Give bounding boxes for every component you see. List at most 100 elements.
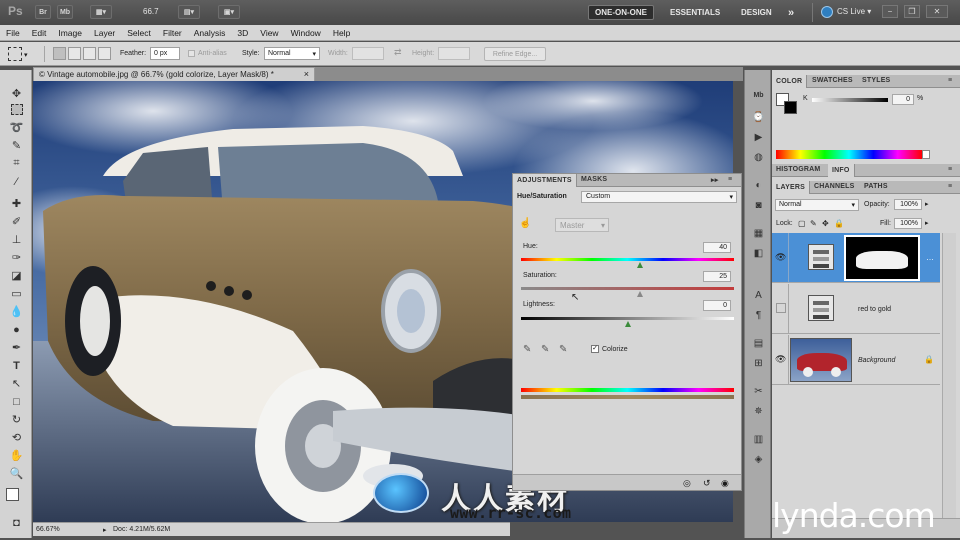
eraser-tool-icon[interactable]: ◪ [9,268,24,283]
feather-input[interactable]: 0 px [150,47,180,60]
foreground-color-swatch[interactable] [6,488,19,501]
saturation-input[interactable]: 25 [703,271,731,282]
tab-swatches[interactable]: SWATCHES [812,77,853,84]
hue-slider-thumb[interactable] [637,262,644,268]
menu-analysis[interactable]: Analysis [188,28,232,38]
panel-menu-icon[interactable]: ≡ [948,183,952,190]
subtract-from-selection-icon[interactable] [83,47,96,60]
saturation-slider-thumb[interactable] [637,291,644,297]
swap-dimensions-icon[interactable]: ⇄ [394,47,402,58]
add-to-selection-icon[interactable] [68,47,81,60]
status-zoom[interactable]: 66.67% [36,526,60,533]
tab-channels[interactable]: CHANNELS [814,183,855,190]
gradient-tool-icon[interactable]: ▭ [9,286,24,301]
document-tab[interactable]: © Vintage automobile.jpg @ 66.7% (gold c… [33,67,315,81]
intersect-selection-icon[interactable] [98,47,111,60]
path-selection-tool-icon[interactable]: ↖ [9,376,24,391]
tab-masks[interactable]: MASKS [581,176,607,183]
menu-select[interactable]: Select [121,28,157,38]
tab-histogram[interactable]: HISTOGRAM [776,166,820,173]
styles-icon[interactable]: ◧ [751,246,766,261]
layer-mask-thumbnail[interactable] [844,235,920,281]
more-workspaces-button[interactable]: » [782,5,800,20]
eyedropper-icon[interactable]: ✎ [523,344,531,355]
tab-color[interactable]: COLOR [772,75,808,88]
channel-select[interactable]: Master ▾ [555,218,609,232]
quick-mask-mode-icon[interactable]: ◘ [9,515,24,530]
height-input[interactable] [438,47,470,60]
history-brush-icon[interactable]: ✑ [9,250,24,265]
eye-icon[interactable]: 👁 [775,252,787,264]
view-previous-state-icon[interactable]: ◎ [683,478,691,489]
opacity-arrow-icon[interactable]: ▸ [925,200,929,208]
fill-arrow-icon[interactable]: ▸ [925,219,929,227]
character-icon[interactable]: A [751,288,766,303]
close-window-button[interactable]: ✕ [926,5,948,18]
layer-row-background[interactable]: 👁 Background 🔒 [772,335,940,385]
new-selection-icon[interactable] [53,47,66,60]
move-tool-icon[interactable]: ✥ [9,86,24,101]
colorize-checkbox[interactable]: ✓ [591,345,599,353]
crop-tool-icon[interactable]: ⌗ [9,156,24,171]
chevron-down-icon[interactable]: ▾ [24,51,28,59]
k-slider-track[interactable] [812,98,888,102]
actions-icon[interactable]: ▶ [751,130,766,145]
lock-transparent-icon[interactable]: ▢ [798,219,806,228]
bridge-button[interactable]: Br [35,5,51,19]
blend-mode-select[interactable]: Normal ▾ [775,199,859,211]
hue-input[interactable]: 40 [703,242,731,253]
screen-mode-button[interactable]: ▣▾ [218,5,240,19]
dodge-tool-icon[interactable]: ● [9,322,24,337]
tab-adjustments[interactable]: ADJUSTMENTS [513,174,577,187]
mini-bridge-button[interactable]: Mb [57,5,73,19]
style-select[interactable]: Normal ▾ [264,47,320,60]
clone-source-icon[interactable]: ⊞ [751,356,766,371]
workspace-one-on-one[interactable]: ONE-ON-ONE [588,5,654,20]
eyedropper-tool-icon[interactable]: ⁄ [9,174,24,189]
brush-presets-icon[interactable]: ◍ [751,150,766,165]
tool-presets-icon[interactable]: ✂ [751,384,766,399]
preset-select[interactable]: Custom ▾ [581,191,737,203]
quick-selection-tool-icon[interactable]: ✎ [9,138,24,153]
lightness-slider-thumb[interactable] [624,321,631,327]
menu-edit[interactable]: Edit [26,28,53,38]
3d-rotate-tool-icon[interactable]: ↻ [9,412,24,427]
tab-paths[interactable]: PATHS [864,183,888,190]
minimize-button[interactable]: − [882,5,898,18]
type-tool-icon[interactable]: T [9,358,24,373]
clone-stamp-tool-icon[interactable]: ⊥ [9,232,24,247]
layers-scrollbar[interactable] [942,233,956,533]
restore-button[interactable]: ❐ [904,5,920,18]
3d-orbit-tool-icon[interactable]: ⟲ [9,430,24,445]
layer-row-gold-colorize[interactable]: 👁 … [772,233,940,283]
lock-image-icon[interactable]: ✎ [810,219,817,228]
refine-edge-button[interactable]: Refine Edge... [484,47,546,61]
color-ramp[interactable] [776,150,922,159]
history-icon[interactable]: ⌚ [751,110,766,125]
layer-row-red-to-gold[interactable]: red to gold [772,284,940,334]
menu-3d[interactable]: 3D [231,28,254,38]
menu-layer[interactable]: Layer [88,28,121,38]
fill-input[interactable]: 100% [894,218,922,229]
masks-icon[interactable]: ◙ [751,198,766,213]
layer-name[interactable]: red to gold [858,306,891,313]
lock-position-icon[interactable]: ✥ [822,219,829,228]
width-input[interactable] [352,47,384,60]
panel-menu-icon[interactable]: ≡ [948,77,952,84]
workspace-essentials[interactable]: ESSENTIALS [664,5,726,20]
zoom-level-display[interactable]: 66.7 [143,7,159,16]
k-value-input[interactable]: 0 [892,94,914,105]
spot-healing-brush-icon[interactable]: ✚ [9,196,24,211]
hand-tool-icon[interactable]: ✋ [9,448,24,463]
panel-menu-icon[interactable]: ≡ [728,176,732,183]
swatches-icon[interactable]: ▦ [751,226,766,241]
hue-slider-track[interactable] [521,258,734,261]
menu-filter[interactable]: Filter [157,28,188,38]
menu-image[interactable]: Image [52,28,88,38]
arrange-documents-button[interactable]: ▤▾ [178,5,200,19]
menu-view[interactable]: View [254,28,284,38]
rectangular-marquee-tool-icon[interactable] [11,104,23,115]
paragraph-icon[interactable]: ¶ [751,308,766,323]
brush-tool-icon[interactable]: ✐ [9,214,24,229]
navigator-icon[interactable]: ◈ [751,452,766,467]
